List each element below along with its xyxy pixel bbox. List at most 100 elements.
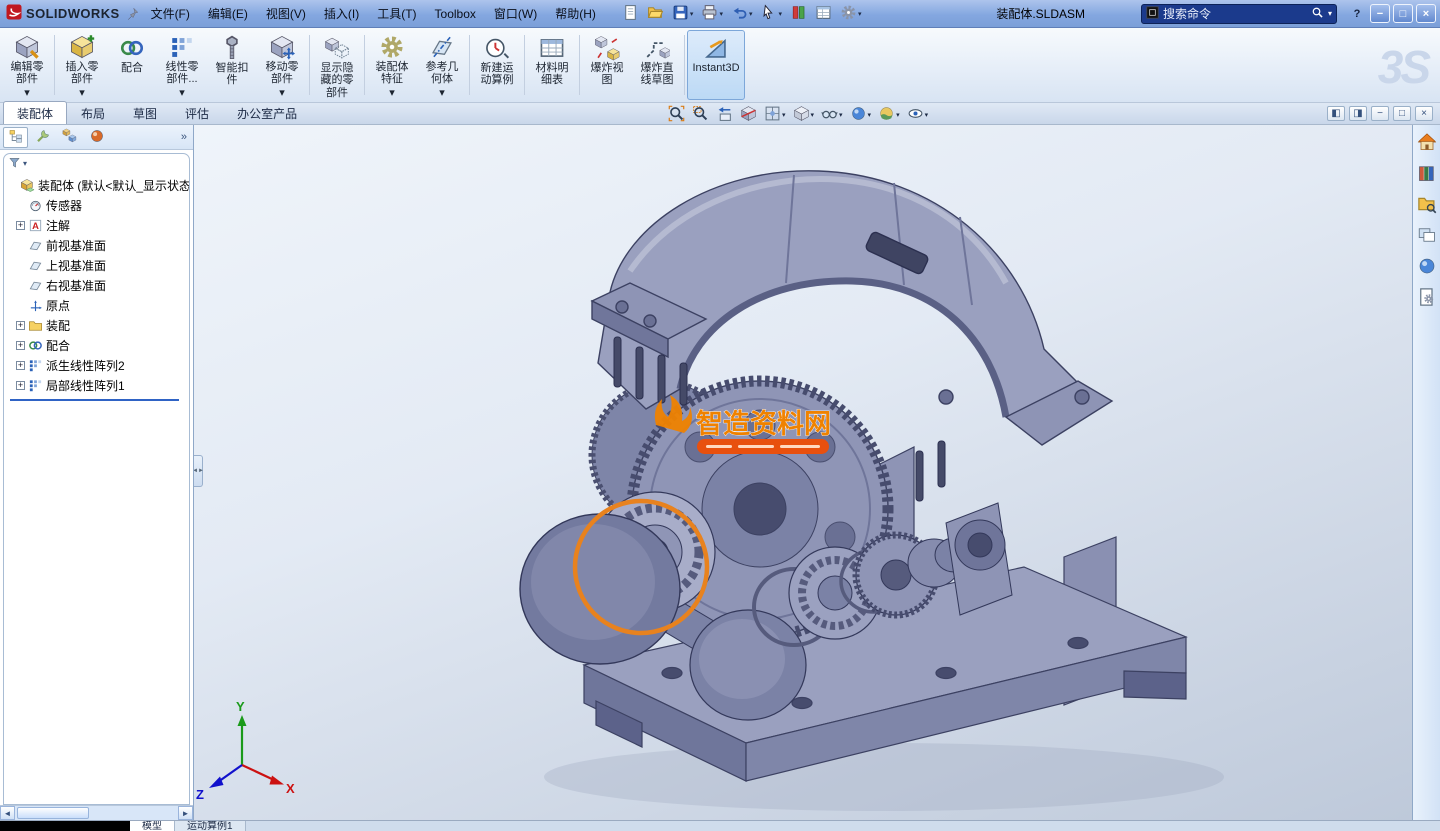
expand-icon[interactable]: +	[16, 381, 25, 390]
tree-item-annotations[interactable]: +A注解	[4, 215, 189, 235]
help-button[interactable]: ?	[1347, 4, 1367, 23]
tree-item-sensors[interactable]: 传感器	[4, 195, 189, 215]
minimize-document-button[interactable]: −	[1371, 106, 1389, 121]
menu-file[interactable]: 文件(F)	[142, 1, 199, 26]
bottomtab-motion-study-1[interactable]: 运动算例1	[175, 821, 246, 831]
toggle-left-pane-button[interactable]: ◧	[1327, 106, 1345, 121]
menu-pin-icon[interactable]	[126, 7, 140, 21]
paneltab-configurationmanager[interactable]	[57, 127, 82, 148]
edit-component-button[interactable]: 编辑零部件▾	[2, 30, 52, 100]
file-properties-button[interactable]	[812, 3, 835, 25]
tab-evaluate[interactable]: 评估	[171, 101, 223, 124]
reference-geometry-button[interactable]: 参考几何体▾	[417, 30, 467, 100]
menu-edit[interactable]: 编辑(E)	[199, 1, 257, 26]
undo-button[interactable]: ▾	[728, 3, 756, 25]
zoom-area-button[interactable]	[692, 105, 709, 125]
search-dropdown-icon[interactable]: ▾	[1328, 9, 1332, 18]
menu-view[interactable]: 视图(V)	[257, 1, 315, 26]
tree-item-front-plane[interactable]: 前视基准面	[4, 235, 189, 255]
new-document-button[interactable]	[619, 3, 642, 25]
rebuild-button[interactable]	[787, 3, 810, 25]
options-button[interactable]: ▾	[837, 3, 865, 25]
expand-icon[interactable]: +	[16, 321, 25, 330]
tab-layout[interactable]: 布局	[67, 101, 119, 124]
linear-component-pattern-button[interactable]: 线性零部件...▾	[157, 30, 207, 100]
menu-toolbox[interactable]: Toolbox	[426, 3, 485, 25]
select-button[interactable]: ▾	[757, 3, 785, 25]
close-window-button[interactable]: ×	[1416, 4, 1436, 23]
expand-icon[interactable]: +	[16, 341, 25, 350]
display-style-button[interactable]: ▾	[793, 105, 815, 125]
custom-properties-button[interactable]	[1416, 287, 1438, 309]
save-document-button[interactable]: ▾	[669, 3, 697, 25]
hide-show-items-button[interactable]: ▾	[821, 105, 843, 125]
insert-components-button[interactable]: 插入零部件▾	[57, 30, 107, 100]
menu-window[interactable]: 窗口(W)	[485, 1, 546, 26]
paneltab-propertymanager[interactable]	[30, 127, 55, 148]
toggle-right-pane-button[interactable]: ◨	[1349, 106, 1367, 121]
filter-dropdown-icon[interactable]: ▾	[23, 159, 27, 168]
restore-document-button[interactable]: □	[1393, 106, 1411, 121]
tree-item-mates[interactable]: +配合	[4, 335, 189, 355]
tab-office-products[interactable]: 办公室产品	[223, 101, 311, 124]
maximize-window-button[interactable]: □	[1393, 4, 1413, 23]
file-explorer-button[interactable]	[1416, 194, 1438, 216]
assembly-features-button[interactable]: 装配体特征▾	[367, 30, 417, 100]
tree-root-assembly-root[interactable]: 装配体 (默认<默认_显示状态-1	[4, 175, 189, 195]
tree-filter-row[interactable]: ▾	[4, 154, 189, 173]
tab-assembly[interactable]: 装配体	[3, 101, 67, 124]
previous-view-button[interactable]	[716, 105, 733, 125]
tree-item-assembly-folder[interactable]: +装配	[4, 315, 189, 335]
tree-item-right-plane[interactable]: 右视基准面	[4, 275, 189, 295]
apply-scene-button[interactable]: ▾	[878, 105, 900, 125]
design-library-button[interactable]	[1416, 163, 1438, 185]
search-icon[interactable]	[1311, 6, 1324, 22]
view-settings-button[interactable]: ▾	[907, 105, 929, 125]
appearances-scenes-button[interactable]	[1416, 256, 1438, 278]
tree-item-top-plane[interactable]: 上视基准面	[4, 255, 189, 275]
menu-insert[interactable]: 插入(I)	[315, 1, 368, 26]
tree-item-derived-linear-pattern-2[interactable]: +派生线性阵列2	[4, 355, 189, 375]
edit-appearance-button[interactable]: ▾	[850, 105, 872, 125]
scroll-left-button[interactable]: ◄	[0, 806, 15, 820]
menu-help[interactable]: 帮助(H)	[546, 1, 605, 26]
rollback-bar[interactable]	[10, 399, 179, 401]
expand-icon[interactable]: +	[16, 361, 25, 370]
section-view-button[interactable]	[740, 105, 757, 125]
tab-sketch[interactable]: 草图	[119, 101, 171, 124]
scroll-right-button[interactable]: ►	[178, 806, 193, 820]
panel-horizontal-scrollbar[interactable]: ◄ ►	[0, 805, 193, 820]
minimize-window-button[interactable]: −	[1370, 4, 1390, 23]
zoom-fit-button[interactable]	[668, 105, 685, 125]
tree-item-origin[interactable]: 原点	[4, 295, 189, 315]
search-input[interactable]	[1163, 7, 1307, 21]
smart-fasteners-button[interactable]: 智能扣件	[207, 30, 257, 100]
print-document-button[interactable]: ▾	[698, 3, 726, 25]
open-document-button[interactable]	[644, 3, 667, 25]
paneltab-displaymanager[interactable]	[84, 127, 109, 148]
filter-funnel-icon[interactable]	[8, 156, 21, 172]
assembly-3d-model[interactable]: 智造资料网 Y X Z	[194, 125, 1412, 820]
view-orientation-button[interactable]: ▾	[764, 105, 786, 125]
show-hidden-components-button[interactable]: 显示隐藏的零部件	[312, 30, 362, 100]
search-scope-icon[interactable]	[1146, 6, 1159, 22]
instant3d-button[interactable]: Instant3D	[687, 30, 745, 100]
exploded-view-button[interactable]: 爆炸视图	[582, 30, 632, 100]
panel-splitter-handle[interactable]: ◄►	[194, 455, 203, 487]
scroll-thumb[interactable]	[17, 807, 89, 819]
mate-button[interactable]: 配合	[107, 30, 157, 100]
solidworks-resources-button[interactable]	[1416, 132, 1438, 154]
close-document-button[interactable]: ×	[1415, 106, 1433, 121]
command-search[interactable]: ▾	[1141, 4, 1337, 24]
move-component-button[interactable]: 移动零部件▾	[257, 30, 307, 100]
explode-line-sketch-button[interactable]: 爆炸直线草图	[632, 30, 682, 100]
menu-tools[interactable]: 工具(T)	[368, 1, 425, 26]
tree-item-local-linear-pattern-1[interactable]: +局部线性阵列1	[4, 375, 189, 395]
paneltab-featuremanager[interactable]	[3, 127, 28, 148]
bottomtab-model[interactable]: 模型	[130, 821, 175, 831]
expand-icon[interactable]: +	[16, 221, 25, 230]
panel-overflow-chevron[interactable]: »	[181, 131, 190, 143]
bill-of-materials-button[interactable]: 材料明细表	[527, 30, 577, 100]
view-palette-button[interactable]	[1416, 225, 1438, 247]
graphics-viewport[interactable]: 智造资料网 Y X Z ◄►	[194, 125, 1412, 820]
